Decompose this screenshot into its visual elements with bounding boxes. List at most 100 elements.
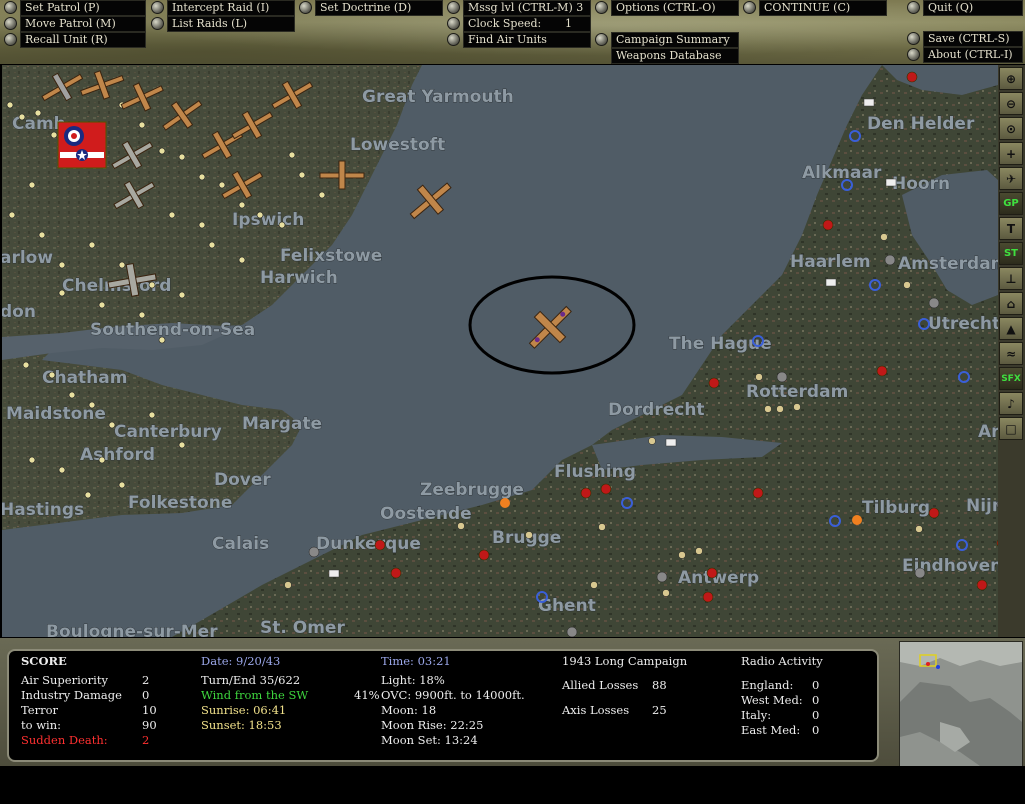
radar-icon[interactable]: ⊥ bbox=[999, 267, 1023, 290]
place-label: Ashford bbox=[80, 445, 155, 465]
place-label: Arn bbox=[978, 422, 998, 442]
options-label: Options (CTRL-O) bbox=[611, 0, 739, 16]
allied-losses-label: Allied Losses bbox=[562, 678, 639, 692]
radio-knob-icon bbox=[299, 1, 312, 14]
ovc-percent: 41% bbox=[354, 688, 380, 702]
place-label: Oostende bbox=[380, 504, 472, 524]
sudden-death-value: 2 bbox=[142, 733, 150, 747]
radio-knob-icon bbox=[907, 48, 920, 61]
save-button[interactable]: Save (CTRL-S) bbox=[907, 30, 1023, 47]
factory-icon[interactable]: ⌂ bbox=[999, 292, 1023, 315]
aircraft-icon[interactable]: ✈ bbox=[999, 167, 1023, 190]
terror-value: 10 bbox=[142, 703, 157, 717]
radio-knob-icon bbox=[743, 1, 756, 14]
place-label: Dover bbox=[214, 470, 271, 490]
options-button[interactable]: Options (CTRL-O) bbox=[595, 0, 739, 16]
recall-unit-label: Recall Unit (R) bbox=[20, 31, 146, 48]
set-patrol-button[interactable]: Set Patrol (P) bbox=[4, 0, 146, 16]
place-label: Brugge bbox=[492, 528, 561, 548]
quit-label: Quit (Q) bbox=[923, 0, 1023, 16]
radio-activity-title: Radio Activity bbox=[741, 654, 823, 668]
zoom-out-icon[interactable]: ⊖ bbox=[999, 92, 1023, 115]
top-menu-bar: Set Patrol (P) Move Patrol (M) Recall Un… bbox=[0, 0, 1025, 64]
continue-button[interactable]: CONTINUE (C) bbox=[743, 0, 887, 16]
radio-knob-icon bbox=[151, 17, 164, 30]
radio-label: Italy: bbox=[741, 708, 772, 722]
place-label: Antwerp bbox=[678, 568, 759, 588]
move-patrol-button[interactable]: Move Patrol (M) bbox=[4, 15, 146, 32]
status-panel: SCORE Air Superiority 2 Industry Damage … bbox=[7, 649, 879, 762]
clock-speed-value: 1 bbox=[565, 16, 572, 30]
find-air-units-button[interactable]: Find Air Units bbox=[447, 31, 591, 48]
find-air-units-label: Find Air Units bbox=[463, 31, 591, 48]
clock-speed-field: Clock Speed: 1 bbox=[463, 15, 591, 32]
place-label: Southend-on-Sea bbox=[90, 320, 255, 340]
place-label: Ipswich bbox=[232, 210, 304, 230]
about-button[interactable]: About (CTRL-I) bbox=[907, 46, 1023, 63]
grid-icon[interactable]: + bbox=[999, 142, 1023, 165]
message-level-button[interactable]: Mssg lvl (CTRL-M) 3 bbox=[447, 0, 591, 16]
recall-unit-button[interactable]: Recall Unit (R) bbox=[4, 31, 146, 48]
move-patrol-label: Move Patrol (M) bbox=[20, 15, 146, 32]
campaign-title: 1943 Long Campaign bbox=[562, 654, 688, 668]
footer-bar bbox=[0, 766, 1025, 804]
continue-label: CONTINUE (C) bbox=[759, 0, 887, 16]
radio-value: 0 bbox=[812, 723, 820, 737]
radio-knob-icon bbox=[447, 33, 460, 46]
industry-damage-label: Industry Damage bbox=[21, 688, 122, 702]
radio-value: 0 bbox=[812, 708, 820, 722]
game-screen: Set Patrol (P) Move Patrol (M) Recall Un… bbox=[0, 0, 1025, 804]
turn-readout: Turn/End 35/622 bbox=[201, 673, 301, 687]
place-label: Harwich bbox=[260, 268, 338, 288]
map-icon[interactable]: □ bbox=[999, 417, 1023, 440]
list-raids-button[interactable]: List Raids (L) bbox=[151, 15, 295, 32]
sudden-death-label: Sudden Death: bbox=[21, 733, 108, 747]
wind-readout: Wind from the SW bbox=[201, 688, 309, 702]
set-doctrine-label: Set Doctrine (D) bbox=[315, 0, 443, 16]
radio-knob-icon bbox=[595, 33, 608, 46]
set-doctrine-button[interactable]: Set Doctrine (D) bbox=[299, 0, 443, 16]
ship-icon[interactable]: ≈ bbox=[999, 342, 1023, 365]
save-label: Save (CTRL-S) bbox=[923, 30, 1023, 47]
music-icon[interactable]: ♪ bbox=[999, 392, 1023, 415]
t-toggle-button[interactable]: T bbox=[999, 217, 1023, 240]
radio-knob-icon bbox=[447, 1, 460, 14]
map-toolbar: ⊕ ⊖ ⊙ + ✈ GP T ST ⊥ ⌂ ▲ ≈ SFX ♪ □ bbox=[998, 65, 1025, 637]
place-label: Great Yarmouth bbox=[362, 87, 514, 107]
weapons-database-label: Weapons Database bbox=[611, 47, 739, 64]
to-win-label: to win: bbox=[21, 718, 62, 732]
overview-minimap[interactable] bbox=[899, 641, 1023, 767]
to-win-value: 90 bbox=[142, 718, 157, 732]
radio-knob-icon bbox=[4, 33, 17, 46]
campaign-summary-button[interactable]: Campaign Summary bbox=[595, 31, 739, 48]
raf-roundel-flag-icon[interactable] bbox=[57, 121, 107, 169]
place-label: Hoorn bbox=[892, 174, 950, 194]
sfx-toggle-button[interactable]: SFX bbox=[999, 367, 1023, 390]
clock-speed-control[interactable]: Clock Speed: 1 bbox=[447, 15, 591, 32]
quit-button[interactable]: Quit (Q) bbox=[907, 0, 1023, 16]
place-label: Zeebrugge bbox=[420, 480, 524, 500]
message-level-label: Mssg lvl (CTRL-M) 3 bbox=[463, 0, 591, 16]
zoom-in-icon[interactable]: ⊕ bbox=[999, 67, 1023, 90]
place-label: Hastings bbox=[2, 500, 84, 520]
city-icon[interactable]: ▲ bbox=[999, 317, 1023, 340]
status-panel-frame: SCORE Air Superiority 2 Industry Damage … bbox=[0, 638, 1025, 766]
place-label: St. Omer bbox=[260, 618, 345, 637]
axis-losses-value: 25 bbox=[652, 703, 667, 717]
minimap-canvas bbox=[900, 642, 1022, 766]
weapons-database-button[interactable]: Weapons Database bbox=[595, 47, 739, 64]
terror-label: Terror bbox=[21, 703, 58, 717]
place-label: Dordrecht bbox=[608, 400, 705, 420]
place-label: Dunkerque bbox=[316, 534, 421, 554]
place-label: Lowestoft bbox=[350, 135, 445, 155]
date-readout: Date: 9/20/43 bbox=[201, 654, 281, 668]
place-label: Chatham bbox=[42, 368, 127, 388]
gp-toggle-button[interactable]: GP bbox=[999, 192, 1023, 215]
intercept-raid-button[interactable]: Intercept Raid (I) bbox=[151, 0, 295, 16]
strategic-map[interactable]: Great Yarmouth Lowestoft Ipswich Felixst… bbox=[2, 65, 998, 637]
st-toggle-button[interactable]: ST bbox=[999, 242, 1023, 265]
place-label: Amsterdam bbox=[898, 254, 998, 274]
place-label: Canterbury bbox=[114, 422, 222, 442]
center-icon[interactable]: ⊙ bbox=[999, 117, 1023, 140]
place-label: Den Helder bbox=[867, 114, 975, 134]
